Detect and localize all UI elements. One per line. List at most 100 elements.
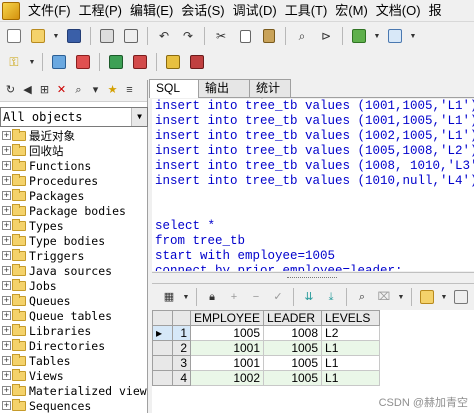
menu-tools[interactable]: 工具(T): [281, 0, 332, 22]
cell-employee[interactable]: 1005: [189, 325, 265, 341]
copy-icon[interactable]: [235, 26, 255, 46]
dropdown-arrow-icon[interactable]: ▼: [440, 288, 448, 306]
expand-plus-icon[interactable]: +: [2, 146, 11, 155]
tree-item[interactable]: + Procedures: [0, 173, 148, 188]
expand-plus-icon[interactable]: +: [2, 341, 11, 350]
table-row[interactable]: 3 1001 1005 L1: [152, 355, 381, 371]
expand-plus-icon[interactable]: +: [2, 206, 11, 215]
menu-project[interactable]: 工程(P): [75, 0, 126, 22]
query-by-example-icon[interactable]: ⌕: [353, 288, 371, 306]
cut-icon[interactable]: ✂: [211, 26, 231, 46]
dropdown-arrow-icon[interactable]: ▼: [182, 288, 190, 306]
expand-plus-icon[interactable]: +: [2, 386, 11, 395]
lock-icon[interactable]: 🔒︎: [203, 288, 221, 306]
cell-employee[interactable]: 1001: [189, 355, 265, 371]
filter-icon[interactable]: ⊞: [37, 83, 52, 99]
table-row[interactable]: ▸ 1 1005 1008 L2: [152, 325, 381, 341]
menu-reports[interactable]: 报: [425, 0, 446, 22]
cell-leader[interactable]: 1005: [263, 340, 323, 356]
paste-icon[interactable]: [259, 26, 279, 46]
tree-item[interactable]: + Jobs: [0, 278, 148, 293]
dropdown-arrow-icon[interactable]: ▼: [373, 26, 381, 46]
add-row-icon[interactable]: +: [225, 288, 243, 306]
cell-leader[interactable]: 1005: [263, 370, 323, 386]
fetch-last-icon[interactable]: ⤓: [322, 288, 340, 306]
undo-icon[interactable]: ↶: [154, 26, 174, 46]
clear-record-icon[interactable]: ⌧: [375, 288, 393, 306]
expand-plus-icon[interactable]: +: [2, 326, 11, 335]
tree-item[interactable]: + Directories: [0, 338, 148, 353]
compile-icon[interactable]: [49, 52, 69, 72]
rollback-icon[interactable]: [130, 52, 150, 72]
menu-macro[interactable]: 宏(M): [331, 0, 372, 22]
export-results-icon[interactable]: [418, 288, 436, 306]
dropdown-arrow-icon[interactable]: ▼: [52, 26, 60, 46]
find-icon[interactable]: ⌕: [292, 26, 312, 46]
refresh-icon[interactable]: ↻: [3, 83, 18, 99]
cell-employee[interactable]: 1001: [189, 340, 265, 356]
dropdown-arrow-icon[interactable]: ▼: [397, 288, 405, 306]
key-icon[interactable]: ⚿: [4, 52, 24, 72]
run-icon[interactable]: [73, 52, 93, 72]
menu-file[interactable]: 文件(F): [24, 0, 75, 22]
expand-plus-icon[interactable]: +: [2, 311, 11, 320]
open-folder-icon[interactable]: [28, 26, 48, 46]
post-changes-icon[interactable]: ✓: [269, 288, 287, 306]
tree-item[interactable]: + Queues: [0, 293, 148, 308]
expand-plus-icon[interactable]: +: [2, 266, 11, 275]
cell-leader[interactable]: 1008: [263, 325, 323, 341]
expand-plus-icon[interactable]: +: [2, 176, 11, 185]
expand-plus-icon[interactable]: +: [2, 401, 11, 410]
cell-employee[interactable]: 1002: [189, 370, 265, 386]
object-filter-select[interactable]: All objects ▼: [0, 107, 148, 127]
expand-plus-icon[interactable]: +: [2, 191, 11, 200]
tree-item[interactable]: + Tables: [0, 353, 148, 368]
save-icon[interactable]: [64, 26, 84, 46]
delete-icon[interactable]: ✕: [54, 83, 69, 99]
export-icon[interactable]: [349, 26, 369, 46]
row-selector[interactable]: [152, 340, 173, 356]
new-file-icon[interactable]: [4, 26, 24, 46]
sql-editor[interactable]: insert into tree_tb values (1001,1005,'L…: [152, 99, 474, 271]
tree-item[interactable]: + Triggers: [0, 248, 148, 263]
favorites-icon[interactable]: ★: [105, 83, 120, 99]
find-next-icon[interactable]: ⊳: [316, 26, 336, 46]
tree-item[interactable]: + 回收站: [0, 143, 148, 158]
tree-item[interactable]: + Java sources: [0, 263, 148, 278]
properties-icon[interactable]: ≡: [122, 83, 137, 99]
tab-sql[interactable]: SQL: [149, 79, 199, 98]
menu-debug[interactable]: 调试(D): [229, 0, 281, 22]
tree-item[interactable]: + Functions: [0, 158, 148, 173]
row-selector[interactable]: ▸: [152, 325, 173, 341]
grid-view-icon[interactable]: ▦: [160, 288, 178, 306]
expand-plus-icon[interactable]: +: [2, 371, 11, 380]
tree-item[interactable]: + Type bodies: [0, 233, 148, 248]
row-selector[interactable]: [152, 370, 173, 386]
menu-edit[interactable]: 编辑(E): [126, 0, 177, 22]
tree-item[interactable]: + Types: [0, 218, 148, 233]
tree-item[interactable]: + Queue tables: [0, 308, 148, 323]
tree-item[interactable]: + Package bodies: [0, 203, 148, 218]
expand-plus-icon[interactable]: +: [2, 236, 11, 245]
column-header-levels[interactable]: LEVELS: [321, 310, 381, 326]
window-list-icon[interactable]: [163, 52, 183, 72]
expand-plus-icon[interactable]: +: [2, 221, 11, 230]
pane-splitter[interactable]: [152, 272, 474, 284]
import-icon[interactable]: [385, 26, 405, 46]
single-record-view-icon[interactable]: [452, 288, 470, 306]
column-header-employee[interactable]: EMPLOYEE: [189, 310, 265, 326]
fetch-next-icon[interactable]: ⇊: [300, 288, 318, 306]
cell-levels[interactable]: L1: [321, 370, 381, 386]
tab-output[interactable]: 输出: [198, 79, 250, 97]
cell-levels[interactable]: L1: [321, 340, 381, 356]
expand-plus-icon[interactable]: +: [2, 131, 11, 140]
cell-levels[interactable]: L1: [321, 355, 381, 371]
commit-icon[interactable]: [106, 52, 126, 72]
table-row[interactable]: 4 1002 1005 L1: [152, 370, 381, 386]
row-selector[interactable]: [152, 355, 173, 371]
print-icon[interactable]: [97, 26, 117, 46]
expand-plus-icon[interactable]: +: [2, 281, 11, 290]
tree-item[interactable]: + Packages: [0, 188, 148, 203]
tree-item[interactable]: + Libraries: [0, 323, 148, 338]
menu-session[interactable]: 会话(S): [177, 0, 228, 22]
